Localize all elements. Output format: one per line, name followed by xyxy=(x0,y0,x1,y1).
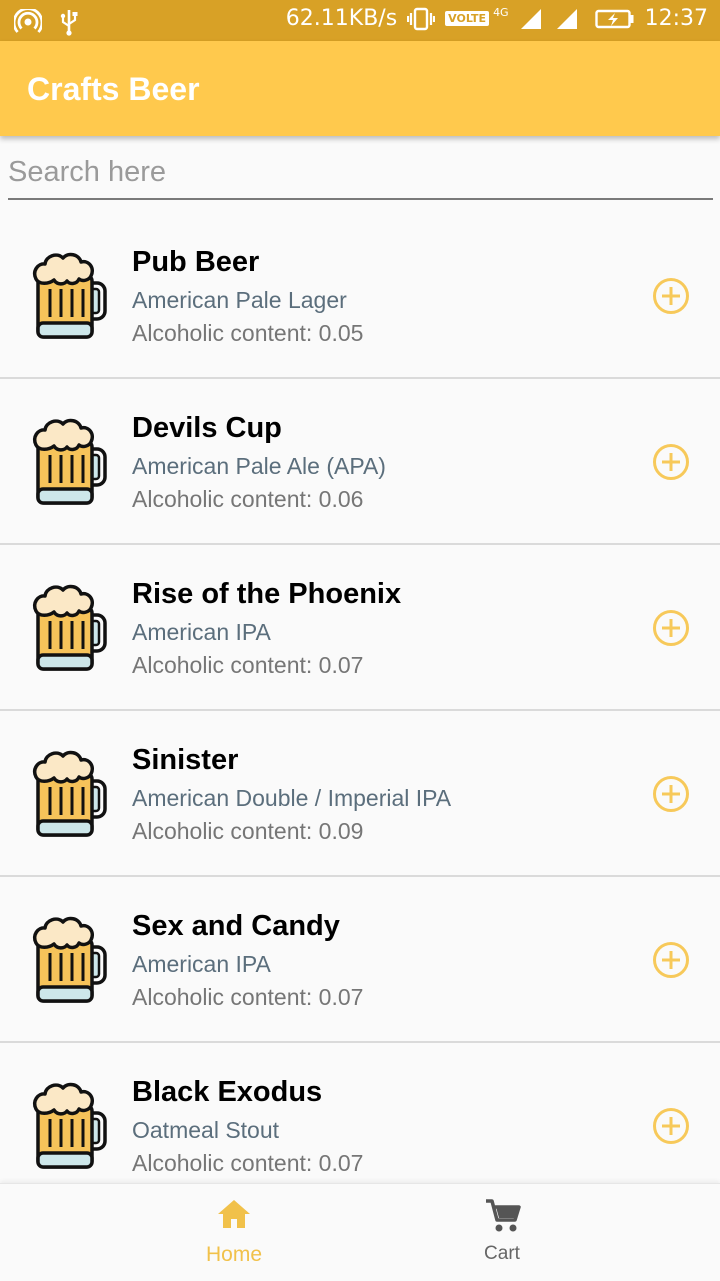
beer-mug-icon xyxy=(30,747,110,837)
beer-list[interactable]: Pub Beer American Pale Lager Alcoholic c… xyxy=(0,213,720,1183)
vibrate-icon xyxy=(407,7,436,30)
add-to-cart-button[interactable] xyxy=(652,941,690,979)
bottom-navigation: Home Cart xyxy=(0,1183,720,1281)
beer-abv: Alcoholic content: 0.07 xyxy=(132,652,364,678)
beer-name: Rise of the Phoenix xyxy=(132,578,402,610)
app-title: Crafts Beer xyxy=(27,71,200,107)
beer-mug-icon xyxy=(30,581,110,671)
beer-style: American IPA xyxy=(132,619,271,645)
add-circle-icon xyxy=(652,444,690,485)
usb-icon xyxy=(60,10,78,36)
clock: 12:37 xyxy=(644,6,708,31)
add-to-cart-button[interactable] xyxy=(652,1107,690,1145)
status-right: 62.11KB/s VOLTE 4G 12:37 xyxy=(286,6,708,31)
status-bar: 62.11KB/s VOLTE 4G 12:37 xyxy=(0,0,720,41)
beer-mug-icon xyxy=(30,249,110,339)
beer-style: American Double / Imperial IPA xyxy=(132,785,452,811)
add-circle-icon xyxy=(652,1108,690,1149)
beer-abv: Alcoholic content: 0.05 xyxy=(132,320,364,346)
beer-abv: Alcoholic content: 0.07 xyxy=(132,1150,364,1176)
add-circle-icon xyxy=(652,942,690,983)
beer-name: Pub Beer xyxy=(132,246,260,278)
hotspot-icon xyxy=(14,9,42,33)
list-item[interactable]: Rise of the Phoenix American IPA Alcohol… xyxy=(0,545,720,711)
nav-cart-label: Cart xyxy=(484,1243,520,1264)
status-left xyxy=(14,8,78,36)
home-icon xyxy=(218,1200,250,1228)
cart-icon xyxy=(486,1199,521,1232)
beer-style: American Pale Ale (APA) xyxy=(132,453,386,479)
beer-style: American IPA xyxy=(132,951,271,977)
list-item[interactable]: Devils Cup American Pale Ale (APA) Alcoh… xyxy=(0,379,720,545)
add-to-cart-button[interactable] xyxy=(652,775,690,813)
beer-name: Sex and Candy xyxy=(132,910,340,942)
battery-charging-icon xyxy=(594,9,634,28)
add-circle-icon xyxy=(652,610,690,651)
beer-style: Oatmeal Stout xyxy=(132,1117,280,1143)
list-item[interactable]: Sinister American Double / Imperial IPA … xyxy=(0,711,720,877)
search-input[interactable] xyxy=(8,150,713,194)
list-item[interactable]: Pub Beer American Pale Lager Alcoholic c… xyxy=(0,213,720,379)
network-type: 4G xyxy=(493,6,509,19)
nav-cart[interactable]: Cart xyxy=(322,1184,682,1281)
signal-icon-2 xyxy=(556,8,577,29)
app-bar: Crafts Beer xyxy=(0,41,720,136)
search-field[interactable] xyxy=(8,150,713,200)
volte-badge: VOLTE xyxy=(445,11,490,26)
beer-mug-icon xyxy=(30,415,110,505)
network-speed: 62.11KB/s xyxy=(285,6,398,31)
beer-mug-icon xyxy=(30,1079,110,1169)
signal-icon xyxy=(520,8,541,29)
beer-abv: Alcoholic content: 0.07 xyxy=(132,984,364,1010)
add-circle-icon xyxy=(652,278,690,319)
beer-style: American Pale Lager xyxy=(132,287,347,313)
list-item[interactable]: Black Exodus Oatmeal Stout Alcoholic con… xyxy=(0,1043,720,1183)
beer-name: Black Exodus xyxy=(132,1076,323,1108)
beer-abv: Alcoholic content: 0.09 xyxy=(132,818,364,844)
beer-name: Sinister xyxy=(132,744,239,776)
add-to-cart-button[interactable] xyxy=(652,609,690,647)
beer-mug-icon xyxy=(30,913,110,1003)
add-to-cart-button[interactable] xyxy=(652,443,690,481)
beer-abv: Alcoholic content: 0.06 xyxy=(132,486,364,512)
list-item[interactable]: Sex and Candy American IPA Alcoholic con… xyxy=(0,877,720,1043)
beer-name: Devils Cup xyxy=(132,412,282,444)
add-to-cart-button[interactable] xyxy=(652,277,690,315)
add-circle-icon xyxy=(652,776,690,817)
